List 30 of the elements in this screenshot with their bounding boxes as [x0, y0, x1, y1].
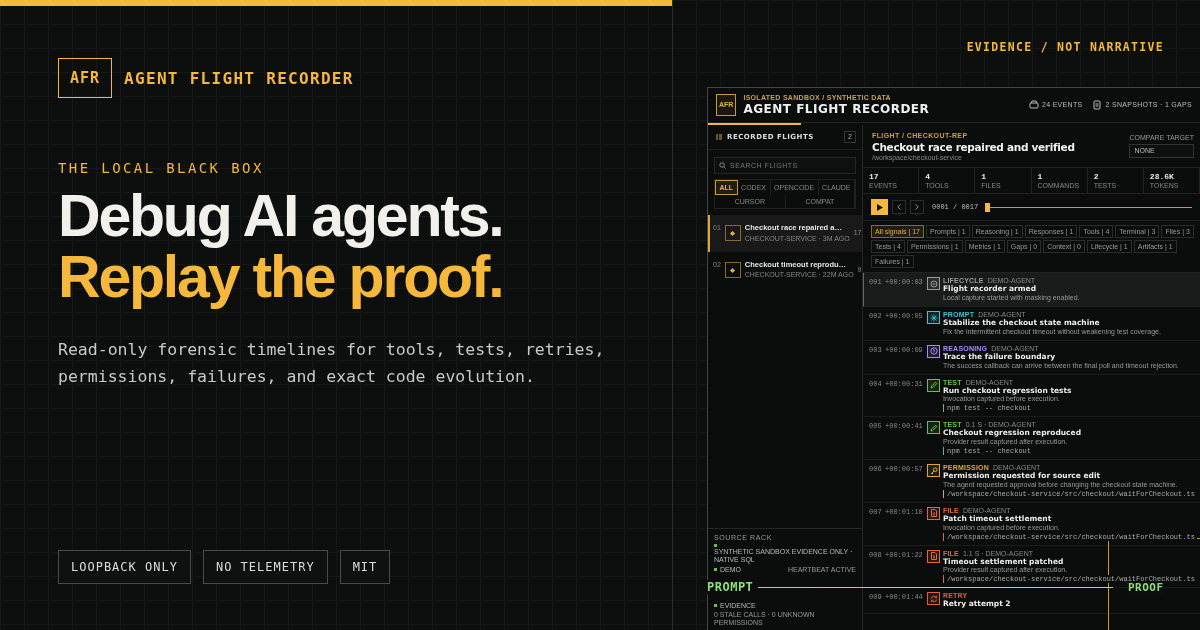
- tagline: EVIDENCE / NOT NARRATIVE: [966, 40, 1164, 54]
- brand-name: AGENT FLIGHT RECORDER: [124, 68, 354, 88]
- chevron-right-icon: [915, 204, 919, 211]
- stat-value: 17: [869, 172, 880, 182]
- feature-badge: LOOPBACK ONLY: [58, 550, 191, 584]
- flight-heading: Checkout race repaired and verified: [872, 141, 1076, 154]
- headline: Replay the proof.: [58, 247, 503, 308]
- chevron-left-icon: [897, 204, 901, 211]
- description: Read-only forensic timelines for tools, tests, retries, permissions, failures, and exact code evolution.: [58, 339, 606, 388]
- app-title: AGENT FLIGHT RECORDER: [743, 102, 930, 117]
- play-button[interactable]: [871, 199, 888, 216]
- feature-badge: MIT: [339, 550, 391, 584]
- stat-value: 2: [1093, 172, 1100, 182]
- stat-value: 1: [981, 172, 988, 182]
- timeline-handle[interactable]: [985, 202, 991, 212]
- feature-badge: NO TELEMETRY: [202, 550, 328, 584]
- stat-value: 1: [1037, 172, 1044, 182]
- headline: Debug AI agents.: [58, 186, 503, 247]
- flight-icon: [724, 262, 741, 279]
- logo-mark: AFR: [58, 58, 113, 98]
- document-icon: [1092, 100, 1103, 110]
- list-icon: [716, 134, 722, 140]
- play-icon: [876, 203, 883, 211]
- stat-value: 4: [925, 172, 931, 182]
- stat-value: 28.6K: [1149, 172, 1175, 182]
- tray-icon: [1029, 100, 1039, 110]
- search-icon: [719, 162, 726, 170]
- flight-icon: [724, 225, 741, 242]
- prompt-label: PROMPT: [707, 580, 754, 594]
- eyebrow-text: THE LOCAL BLACK BOX: [58, 160, 264, 176]
